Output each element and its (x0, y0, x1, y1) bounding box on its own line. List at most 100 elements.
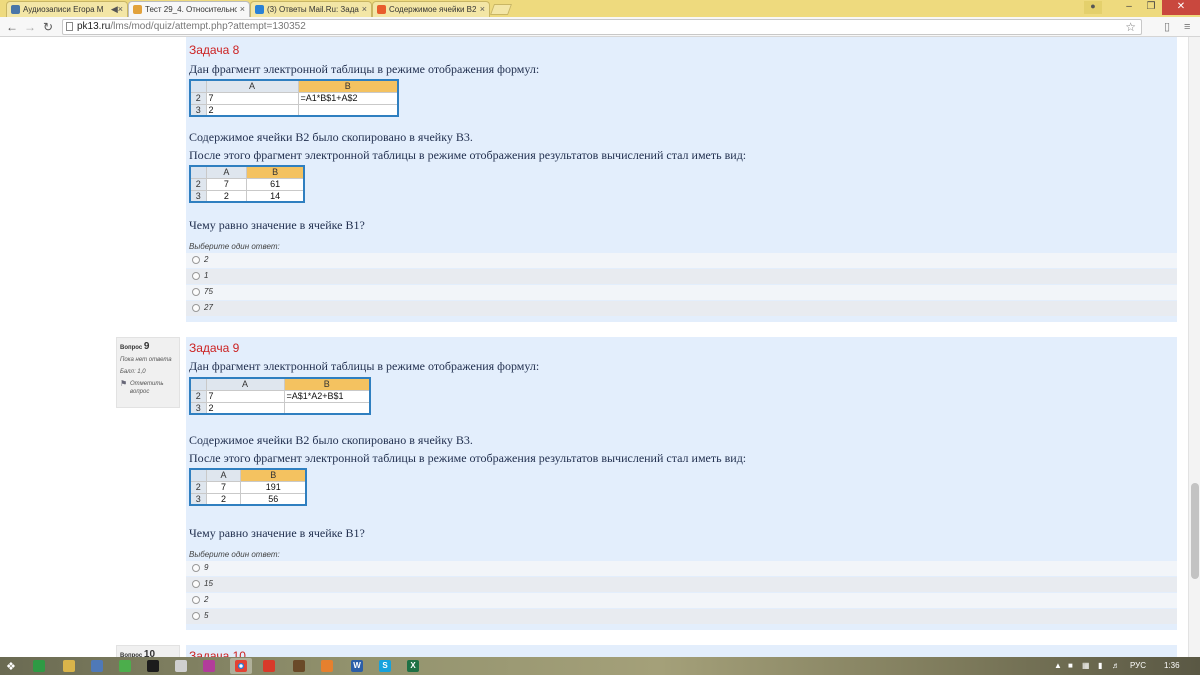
answer-option[interactable]: 2 (186, 253, 1177, 268)
windows-store-icon (119, 660, 131, 672)
excel-icon: X (407, 660, 419, 672)
radio-button[interactable] (192, 288, 200, 296)
tab-audio[interactable]: Аудиозаписи Егора М ◀× (6, 1, 128, 17)
cell-b2: =A1*B$1+A$2 (297, 91, 399, 105)
cell-b2: 61 (246, 177, 305, 191)
answer-option[interactable]: 15 (186, 577, 1177, 592)
skype-icon: S (379, 660, 391, 672)
question-8-formulation: Задача 8 Дан фрагмент электронной таблиц… (186, 37, 1177, 322)
page-icon (66, 22, 73, 31)
cell-a3: 2 (205, 189, 248, 203)
taskbar-app[interactable] (316, 658, 338, 674)
bookmark-star-icon[interactable]: ☆ (1125, 20, 1136, 34)
answer-option[interactable]: 5 (186, 609, 1177, 624)
input-language[interactable]: РУС (1130, 661, 1146, 670)
windows-start-icon[interactable]: ❖ (6, 660, 16, 673)
radio-button[interactable] (192, 272, 200, 280)
maximize-icon[interactable]: ❐ (1140, 0, 1162, 15)
row-header: 2 (189, 389, 207, 403)
radio-button[interactable] (192, 580, 200, 588)
taskbar-app[interactable] (58, 658, 80, 674)
answer-option[interactable]: 2 (186, 593, 1177, 608)
answer-option[interactable]: 9 (186, 561, 1177, 576)
scrollbar-thumb[interactable] (1191, 483, 1199, 579)
tab-close-icon[interactable]: × (480, 4, 485, 14)
radio-button[interactable] (192, 256, 200, 264)
taskbar-app[interactable] (28, 658, 50, 674)
taskbar-app[interactable] (258, 658, 280, 674)
page-content: Задача 8 Дан фрагмент электронной таблиц… (0, 37, 1188, 657)
extension-icon[interactable]: ▯ (1164, 19, 1170, 35)
formula-table: A B 2 7 =A$1*A2+B$1 3 2 (189, 377, 371, 415)
taskbar-app[interactable] (288, 658, 310, 674)
answer-label: 15 (204, 579, 213, 588)
column-header: B (240, 468, 307, 482)
question-title: Задача 8 (189, 43, 240, 57)
row-header: 3 (189, 401, 207, 415)
cell-b3 (297, 103, 399, 117)
new-tab-button[interactable] (489, 4, 513, 15)
taskbar-app[interactable] (170, 658, 192, 674)
flag-question-link[interactable]: ⚑ Отметить вопрос (120, 380, 176, 396)
radio-button[interactable] (192, 564, 200, 572)
tray-network-icon[interactable]: ▦ (1082, 661, 1090, 670)
tab-mailru[interactable]: (3) Ответы Mail.Ru: Задач × (250, 1, 372, 17)
tab-title: Аудиозаписи Егора М (23, 5, 104, 14)
column-header: A (205, 165, 248, 179)
tab-quiz[interactable]: Тест 29_4. Относительно × (128, 1, 250, 17)
question-grade: Балл: 1,0 (120, 369, 146, 375)
yandex-favicon-icon (377, 5, 386, 14)
close-window-icon[interactable]: ✕ (1162, 0, 1200, 15)
radio-button[interactable] (192, 596, 200, 604)
game-icon (293, 660, 305, 672)
page-scrollbar[interactable] (1188, 37, 1200, 657)
app-icon (147, 660, 159, 672)
app-icon (263, 660, 275, 672)
clock[interactable]: 1:36 (1164, 661, 1180, 670)
tray-volume-icon[interactable]: ♬ (1112, 661, 1120, 670)
taskbar-app[interactable] (142, 658, 164, 674)
menu-icon[interactable]: ≡ (1184, 19, 1190, 35)
tab-close-icon[interactable]: × (362, 4, 367, 14)
tab-yandex[interactable]: Содержимое ячейки В2 × (372, 1, 490, 17)
answer-label: 75 (204, 287, 213, 296)
answer-label: 1 (204, 271, 209, 280)
radio-button[interactable] (192, 612, 200, 620)
cell-a2: 7 (205, 480, 242, 494)
taskbar-app[interactable] (198, 658, 220, 674)
back-arrow-icon[interactable]: ← (4, 19, 20, 35)
moodle-favicon-icon (133, 5, 142, 14)
table-corner (189, 468, 207, 482)
answer-option[interactable]: 1 (186, 269, 1177, 284)
taskbar-app[interactable] (86, 658, 108, 674)
address-bar[interactable]: pk13.ru/lms/mod/quiz/attempt.php?attempt… (62, 19, 1142, 35)
answer-label: 2 (204, 255, 209, 264)
notepad-icon (175, 660, 187, 672)
word-icon: W (351, 660, 363, 672)
column-header: A (205, 79, 299, 93)
forward-arrow-icon[interactable]: → (22, 19, 38, 35)
table-corner (189, 79, 207, 93)
tray-arrow-icon[interactable]: ▲ (1054, 661, 1062, 670)
tab-close-icon[interactable]: × (240, 4, 245, 14)
minimize-icon[interactable]: – (1118, 0, 1140, 15)
tray-battery-icon[interactable]: ▮ (1098, 661, 1102, 670)
tray-app-icon[interactable]: ■ (1068, 661, 1073, 670)
answer-option[interactable]: 27 (186, 301, 1177, 316)
browser-tab-strip: Аудиозаписи Егора М ◀× Тест 29_4. Относи… (0, 0, 1200, 17)
question-state: Пока нет ответа (120, 357, 172, 363)
tab-close-icon[interactable]: ◀× (111, 4, 123, 15)
answer-option[interactable]: 75 (186, 285, 1177, 300)
reload-icon[interactable]: ↻ (40, 19, 56, 35)
taskbar-app[interactable]: X (402, 658, 424, 674)
taskbar-app[interactable]: W (346, 658, 368, 674)
radio-button[interactable] (192, 304, 200, 312)
result-table: A B 2 7 61 3 2 14 (189, 165, 305, 203)
taskbar-app[interactable] (114, 658, 136, 674)
user-profile-icon[interactable]: ● (1084, 1, 1102, 14)
taskbar-app[interactable] (230, 658, 252, 674)
question-text: Чему равно значение в ячейке B1? (189, 526, 365, 540)
taskbar-app[interactable]: S (374, 658, 396, 674)
row-header: 3 (189, 492, 207, 506)
cell-b3: 56 (240, 492, 307, 506)
